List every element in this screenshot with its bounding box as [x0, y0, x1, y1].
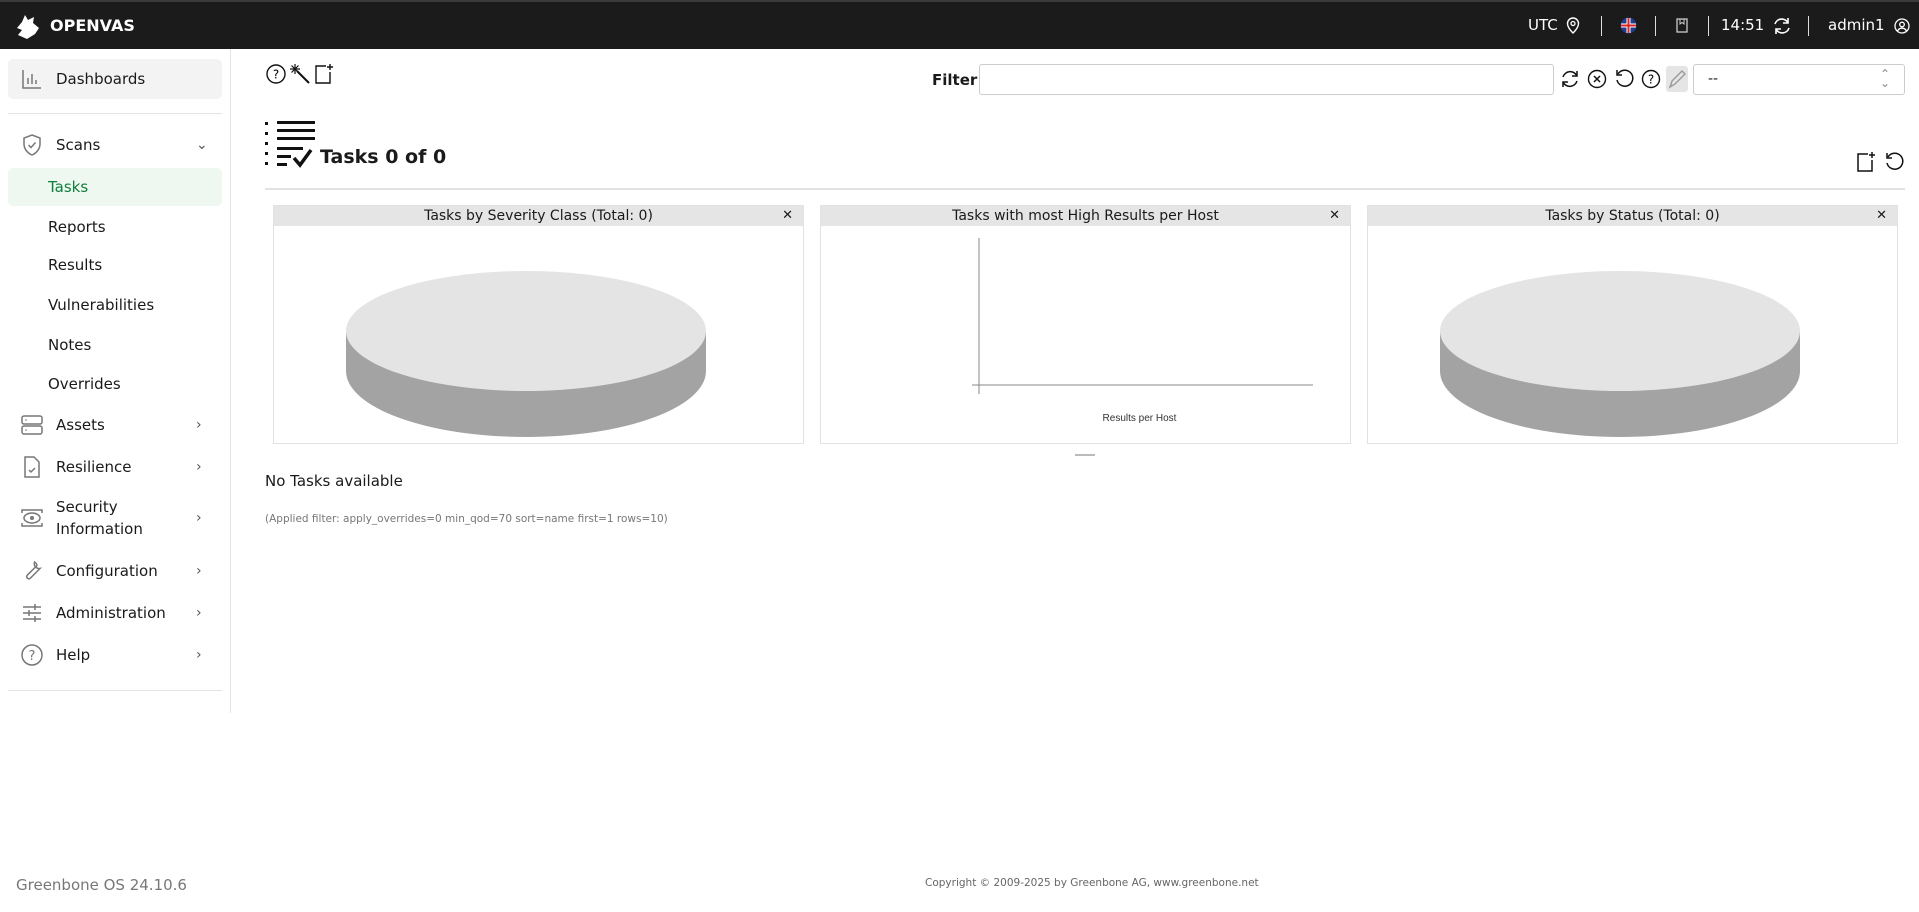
chevron-right-icon: › — [196, 563, 202, 579]
empty-pie-chart — [346, 271, 706, 437]
server-icon — [21, 415, 43, 435]
version: Greenbone OS 24.10.6 — [16, 876, 187, 894]
new-task-icon[interactable] — [313, 63, 335, 85]
openvas-logo-icon — [17, 15, 39, 39]
brand: OPENVAS — [50, 16, 135, 35]
shield-check-icon — [23, 134, 41, 156]
close-icon[interactable]: ✕ — [782, 206, 793, 226]
sidebar-item-assets[interactable]: Assets › — [8, 405, 222, 445]
sidebar-item-vulnerabilities[interactable]: Vulnerabilities — [8, 286, 222, 324]
dashboard-resize-handle[interactable] — [1075, 454, 1095, 456]
sidebar-item-label: Resilience — [56, 458, 132, 476]
sidebar-item-configuration[interactable]: Configuration › — [8, 551, 222, 591]
refresh-icon[interactable] — [1772, 16, 1792, 36]
user-icon[interactable] — [1894, 18, 1910, 34]
username[interactable]: admin1 — [1828, 16, 1885, 34]
reset-dashboard-icon[interactable] — [1883, 151, 1905, 173]
chevron-right-icon: › — [196, 417, 202, 433]
file-check-icon — [24, 456, 40, 478]
clock: 14:51 — [1721, 16, 1765, 34]
uk-flag-icon[interactable] — [1620, 17, 1637, 34]
chart-tasks-by-status: Tasks by Status (Total: 0) ✕ — [1367, 205, 1898, 444]
sidebar-item-overrides[interactable]: Overrides — [8, 365, 222, 403]
chart-title: Tasks by Status (Total: 0) — [1545, 208, 1720, 224]
page-title: Tasks 0 of 0 — [320, 146, 447, 168]
edit-filter-button[interactable] — [1666, 66, 1688, 92]
sidebar-item-resilience[interactable]: Resilience › — [8, 447, 222, 487]
svg-text:?: ? — [29, 649, 36, 664]
eye-icon — [21, 509, 43, 527]
pie-top — [346, 271, 706, 391]
chevron-right-icon: › — [196, 459, 202, 475]
chart-title: Tasks by Severity Class (Total: 0) — [424, 208, 653, 224]
chart-high-results-per-host: Tasks with most High Results per Host ✕ R… — [820, 205, 1351, 444]
filter-label: Filter — [932, 71, 978, 89]
manual-book-icon[interactable] — [1676, 18, 1688, 33]
applied-filter: (Applied filter: apply_overrides=0 min_q… — [265, 513, 668, 525]
help-icon[interactable]: ? — [265, 63, 287, 85]
sidebar-item-help[interactable]: ? Help › — [8, 635, 222, 675]
sidebar-item-label: Administration — [56, 604, 166, 622]
update-filter-icon[interactable] — [1559, 68, 1581, 90]
chart-tasks-by-severity: Tasks by Severity Class (Total: 0) ✕ — [273, 205, 804, 444]
chevron-updown-icon: ⌃ ⌄ — [1879, 67, 1890, 90]
reset-filter-icon[interactable] — [1586, 68, 1608, 90]
chevron-right-icon: › — [196, 510, 202, 526]
sidebar-item-results[interactable]: Results — [8, 246, 222, 284]
close-icon[interactable]: ✕ — [1329, 206, 1340, 226]
wizard-wand-icon[interactable] — [289, 63, 311, 85]
sidebar-item-notes[interactable]: Notes — [8, 326, 222, 364]
empty-bar-chart — [972, 238, 1313, 394]
sidebar-item-label: Security Information — [56, 498, 143, 538]
new-task-icon[interactable] — [1855, 151, 1877, 173]
help-circle-icon: ? — [21, 644, 43, 666]
empty-message: No Tasks available — [265, 472, 403, 490]
svg-text:?: ? — [273, 68, 279, 82]
sidebar-item-dashboards[interactable]: Dashboards — [8, 59, 222, 99]
reset-default-icon[interactable] — [1613, 68, 1635, 90]
location-icon — [1566, 17, 1580, 34]
sidebar-item-label: Assets — [56, 416, 105, 434]
chart-title: Tasks with most High Results per Host — [952, 208, 1219, 224]
sidebar-item-administration[interactable]: Administration › — [8, 593, 222, 633]
wrench-icon — [25, 560, 43, 580]
filter-input[interactable] — [979, 64, 1554, 95]
sidebar-item-tasks[interactable]: Tasks — [8, 168, 222, 206]
pencil-icon — [1668, 70, 1686, 89]
sidebar: Dashboards Scans ⌄ Tasks Reports Results… — [0, 49, 231, 713]
timezone[interactable]: UTC — [1528, 16, 1558, 34]
divider — [265, 188, 1905, 190]
chevron-right-icon: › — [196, 647, 202, 663]
bar-chart-icon — [22, 70, 41, 89]
pie-top — [1440, 271, 1800, 391]
empty-pie-chart — [1440, 271, 1800, 437]
sidebar-item-label: Dashboards — [56, 70, 146, 88]
sidebar-item-label: Help — [56, 646, 91, 664]
sidebar-item-scans[interactable]: Scans ⌄ — [8, 125, 222, 165]
filter-help-icon[interactable]: ? — [1640, 68, 1662, 90]
sidebar-item-label: Configuration — [56, 562, 158, 580]
sidebar-item-security-information[interactable]: Security Information › — [8, 489, 222, 547]
sliders-icon — [23, 604, 41, 622]
filter-select[interactable]: -- ⌃ ⌄ — [1693, 64, 1905, 95]
sidebar-item-reports[interactable]: Reports — [8, 208, 222, 246]
tasks-list-icon — [265, 121, 315, 168]
copyright: Copyright © 2009-2025 by Greenbone AG, w… — [925, 877, 1259, 889]
top-bar: OPENVAS UTC 14:51 admin1 — [0, 0, 1919, 49]
chevron-down-icon: ⌄ — [196, 137, 208, 153]
sidebar-item-label: Scans — [56, 136, 101, 154]
close-icon[interactable]: ✕ — [1876, 206, 1887, 226]
x-axis-label: Results per Host — [1102, 413, 1177, 424]
svg-text:?: ? — [1648, 73, 1654, 87]
filter-select-value: -- — [1708, 71, 1719, 87]
chevron-right-icon: › — [196, 605, 202, 621]
